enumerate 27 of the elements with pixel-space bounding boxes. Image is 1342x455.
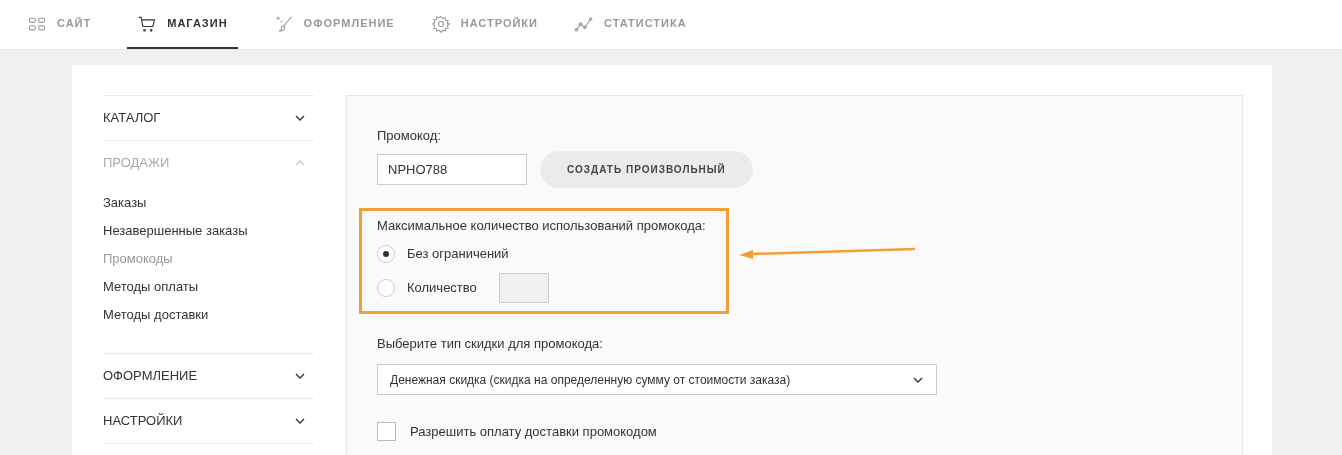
sidebar-section[interactable]: ОФОРМЛЕНИЕ <box>103 354 314 398</box>
sidebar-section[interactable]: КАТАЛОГ <box>103 96 314 140</box>
generate-button[interactable]: СОЗДАТЬ ПРОИЗВОЛЬНЫЙ <box>540 151 753 188</box>
count-field[interactable] <box>498 273 549 303</box>
radio-button[interactable] <box>377 279 395 297</box>
sidebar-section[interactable]: НАСТРОЙКИ <box>103 399 314 443</box>
discount-type-select[interactable]: Денежная скидка (скидка на определенную сумму от стоимости заказа) <box>377 364 937 395</box>
field-label: Промокод: <box>377 127 442 144</box>
field-label: Максимальное количество использований промокода: <box>377 217 707 236</box>
sidebar-item[interactable]: Заказы <box>103 189 147 217</box>
sidebar-item[interactable]: Методы доставки <box>103 301 209 329</box>
promo-code-field[interactable]: NPHO788 <box>377 154 527 185</box>
chevron-down-icon <box>294 372 306 380</box>
radio-label: Количество <box>407 279 477 298</box>
checkbox[interactable] <box>377 422 396 442</box>
sidebar-item[interactable]: Методы оплаты <box>103 273 199 301</box>
chevron-down-icon <box>294 417 306 425</box>
checkbox-label: Разрешить оплату доставки промокодом <box>410 423 657 441</box>
chevron-down-icon <box>912 375 924 384</box>
chevron-down-icon <box>294 114 306 122</box>
radio-button[interactable] <box>377 245 395 263</box>
radio-label: Без ограничений <box>407 245 509 264</box>
chevron-up-icon <box>294 159 306 167</box>
settings-icon <box>430 13 451 34</box>
sidebar-item[interactable]: Незавершенные заказы <box>103 217 248 245</box>
nav-tab[interactable]: МАГАЗИН <box>127 0 238 49</box>
field-label: Выберите тип скидки для промокода: <box>377 335 604 352</box>
